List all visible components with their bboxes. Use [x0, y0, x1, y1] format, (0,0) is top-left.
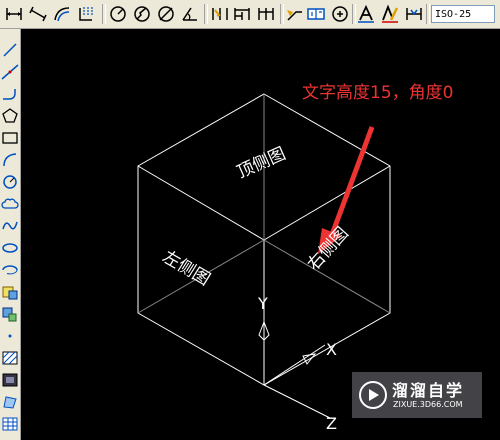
ucs-z-axis: [263, 384, 331, 419]
ucs-x-axis: [263, 344, 326, 386]
axis-label-y: Y: [258, 294, 268, 313]
watermark: 溜溜自学 ZIXUE.3D66.COM: [352, 372, 482, 418]
watermark-subtitle: ZIXUE.3D66.COM: [393, 400, 463, 409]
annotation-text: 文字高度15，角度0: [302, 83, 454, 103]
axis-label-z: Z: [326, 414, 337, 433]
axis-label-x: X: [326, 340, 337, 359]
watermark-title: 溜溜自学: [392, 381, 465, 400]
play-logo-icon: [359, 381, 387, 409]
